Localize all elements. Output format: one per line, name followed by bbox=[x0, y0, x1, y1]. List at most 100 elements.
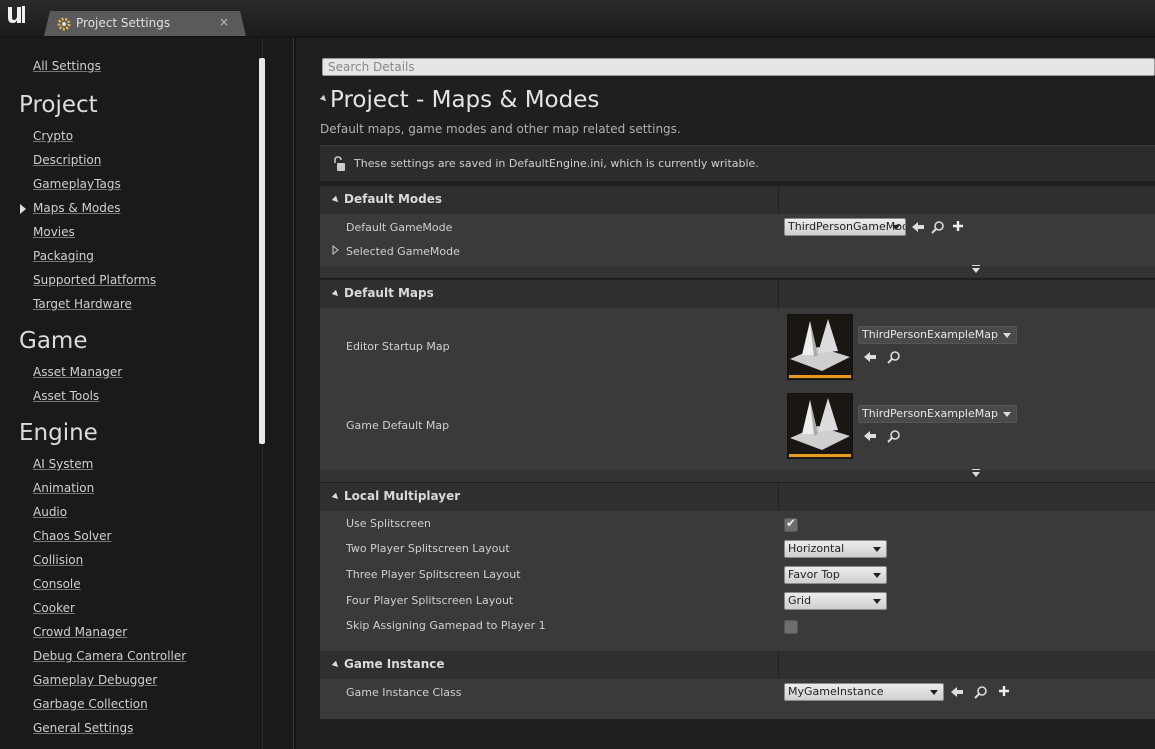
sidebar-item-crypto[interactable]: Crypto bbox=[33, 129, 73, 143]
dropdown-caret-icon bbox=[873, 599, 881, 604]
tab-close-icon[interactable]: × bbox=[219, 15, 229, 29]
sidebar-item-maps-modes[interactable]: Maps & Modes bbox=[33, 201, 121, 215]
browse-search-icon[interactable] bbox=[931, 220, 945, 234]
page-title: Project - Maps & Modes bbox=[330, 87, 600, 113]
category-header[interactable]: Default Maps bbox=[320, 280, 1155, 308]
asset-type-bar bbox=[789, 375, 851, 378]
dropdown-caret-icon bbox=[1003, 333, 1011, 338]
sidebar-item-gameplaytags[interactable]: GameplayTags bbox=[33, 177, 121, 191]
browse-search-icon[interactable] bbox=[887, 350, 901, 364]
browse-search-icon[interactable] bbox=[887, 429, 901, 443]
sidebar-item-debug-camera-controller[interactable]: Debug Camera Controller bbox=[33, 649, 186, 663]
sidebar-item-all-settings[interactable]: All Settings bbox=[33, 59, 101, 73]
browse-search-icon[interactable] bbox=[974, 685, 988, 699]
sidebar-item-asset-tools[interactable]: Asset Tools bbox=[33, 389, 99, 403]
title-bar: Project Settings × bbox=[0, 0, 1155, 36]
selected-gamemode-label[interactable]: Selected GameMode bbox=[346, 245, 460, 258]
combo-value: Horizontal bbox=[788, 542, 845, 555]
config-notice: These settings are saved in DefaultEngin… bbox=[320, 145, 1155, 181]
sidebar-item-general-settings[interactable]: General Settings bbox=[33, 721, 133, 735]
checkmark-icon: ✔ bbox=[786, 516, 797, 530]
dropdown-caret-icon bbox=[873, 547, 881, 552]
editor-startup-map-label: Editor Startup Map bbox=[346, 340, 450, 353]
add-plus-icon[interactable] bbox=[951, 219, 965, 233]
combo-value: ThirdPersonExampleMap bbox=[862, 328, 998, 341]
sidebar-item-chaos-solver[interactable]: Chaos Solver bbox=[33, 529, 111, 543]
three-player-layout-combo[interactable]: Favor Top bbox=[784, 566, 887, 584]
asset-type-bar bbox=[789, 454, 851, 457]
category-header[interactable]: Local Multiplayer bbox=[320, 483, 1155, 511]
category-body: Game Instance Class MyGameInstance bbox=[320, 679, 1155, 719]
sidebar-item-packaging[interactable]: Packaging bbox=[33, 249, 94, 263]
collapse-triangle-icon bbox=[331, 492, 341, 502]
dropdown-caret-icon bbox=[873, 573, 881, 578]
sidebar-item-movies[interactable]: Movies bbox=[33, 225, 75, 239]
four-player-layout-combo[interactable]: Grid bbox=[784, 592, 887, 610]
sidebar-item-crowd-manager[interactable]: Crowd Manager bbox=[33, 625, 127, 639]
settings-sidebar: All Settings Project Crypto Description … bbox=[0, 38, 294, 749]
sidebar-list: All Settings Project Crypto Description … bbox=[0, 38, 263, 749]
category-title: Default Maps bbox=[344, 286, 434, 300]
show-advanced-icon bbox=[972, 265, 980, 273]
tab-label: Project Settings bbox=[76, 16, 171, 30]
game-default-map-label: Game Default Map bbox=[346, 419, 450, 432]
dropdown-caret-icon bbox=[1003, 412, 1011, 417]
search-details-input[interactable]: Search Details bbox=[322, 58, 1155, 76]
advanced-expander[interactable] bbox=[320, 469, 1155, 482]
default-gamemode-combo[interactable]: ThirdPersonGameMode bbox=[784, 218, 906, 236]
sidebar-item-supported-platforms[interactable]: Supported Platforms bbox=[33, 273, 156, 287]
map-thumbnail[interactable] bbox=[787, 314, 853, 380]
sidebar-item-animation[interactable]: Animation bbox=[33, 481, 94, 495]
collapse-triangle-icon bbox=[331, 289, 341, 299]
dropdown-caret-icon bbox=[892, 225, 900, 230]
game-instance-class-combo[interactable]: MyGameInstance bbox=[784, 683, 944, 701]
combo-value: Grid bbox=[788, 594, 812, 607]
sidebar-scrollbar[interactable] bbox=[259, 58, 265, 444]
sidebar-item-description[interactable]: Description bbox=[33, 153, 101, 167]
sidebar-item-console[interactable]: Console bbox=[33, 577, 81, 591]
settings-gear-icon bbox=[57, 16, 71, 31]
three-player-layout-label: Three Player Splitscreen Layout bbox=[346, 568, 521, 581]
skip-gamepad-label: Skip Assigning Gamepad to Player 1 bbox=[346, 619, 546, 632]
sidebar-item-gameplay-debugger[interactable]: Gameplay Debugger bbox=[33, 673, 157, 687]
use-selected-arrow-icon[interactable] bbox=[863, 350, 877, 364]
combo-value: MyGameInstance bbox=[788, 685, 884, 698]
default-gamemode-label: Default GameMode bbox=[346, 221, 453, 234]
expand-triangle-icon[interactable] bbox=[332, 244, 340, 259]
use-splitscreen-checkbox[interactable]: ✔ bbox=[784, 516, 798, 532]
skip-gamepad-checkbox[interactable] bbox=[784, 620, 798, 634]
show-advanced-icon bbox=[972, 469, 980, 477]
use-selected-arrow-icon[interactable] bbox=[911, 220, 925, 234]
category-header[interactable]: Game Instance bbox=[320, 651, 1155, 679]
combo-value: Favor Top bbox=[788, 568, 840, 581]
sidebar-item-cooker[interactable]: Cooker bbox=[33, 601, 75, 615]
tab-project-settings[interactable]: Project Settings × bbox=[44, 11, 246, 36]
game-instance-class-label: Game Instance Class bbox=[346, 686, 462, 699]
sidebar-item-ai-system[interactable]: AI System bbox=[33, 457, 93, 471]
advanced-expander[interactable] bbox=[320, 265, 1155, 278]
editor-startup-map-combo[interactable]: ThirdPersonExampleMap bbox=[858, 326, 1017, 344]
sidebar-item-target-hardware[interactable]: Target Hardware bbox=[33, 297, 132, 311]
unlocked-lock-icon bbox=[332, 156, 346, 172]
unreal-logo-icon bbox=[4, 4, 26, 26]
two-player-layout-combo[interactable]: Horizontal bbox=[784, 540, 887, 558]
dropdown-caret-icon bbox=[930, 690, 938, 695]
sidebar-item-collision[interactable]: Collision bbox=[33, 553, 83, 567]
combo-value: ThirdPersonGameMode bbox=[788, 220, 906, 233]
sidebar-item-asset-manager[interactable]: Asset Manager bbox=[33, 365, 122, 379]
collapse-caret-icon[interactable] bbox=[319, 94, 329, 104]
map-thumbnail[interactable] bbox=[787, 393, 853, 459]
sidebar-item-audio[interactable]: Audio bbox=[33, 505, 67, 519]
add-plus-icon[interactable] bbox=[997, 684, 1011, 698]
category-header[interactable]: Default Modes bbox=[320, 186, 1155, 214]
page-description: Default maps, game modes and other map r… bbox=[320, 122, 681, 136]
game-default-map-combo[interactable]: ThirdPersonExampleMap bbox=[858, 405, 1017, 423]
sidebar-heading-game: Game bbox=[19, 328, 88, 354]
combo-value: ThirdPersonExampleMap bbox=[862, 407, 998, 420]
two-player-layout-label: Two Player Splitscreen Layout bbox=[346, 542, 510, 555]
notice-text: These settings are saved in DefaultEngin… bbox=[354, 157, 759, 170]
use-selected-arrow-icon[interactable] bbox=[863, 429, 877, 443]
sidebar-item-garbage-collection[interactable]: Garbage Collection bbox=[33, 697, 148, 711]
use-splitscreen-label: Use Splitscreen bbox=[346, 517, 432, 530]
use-selected-arrow-icon[interactable] bbox=[950, 685, 964, 699]
